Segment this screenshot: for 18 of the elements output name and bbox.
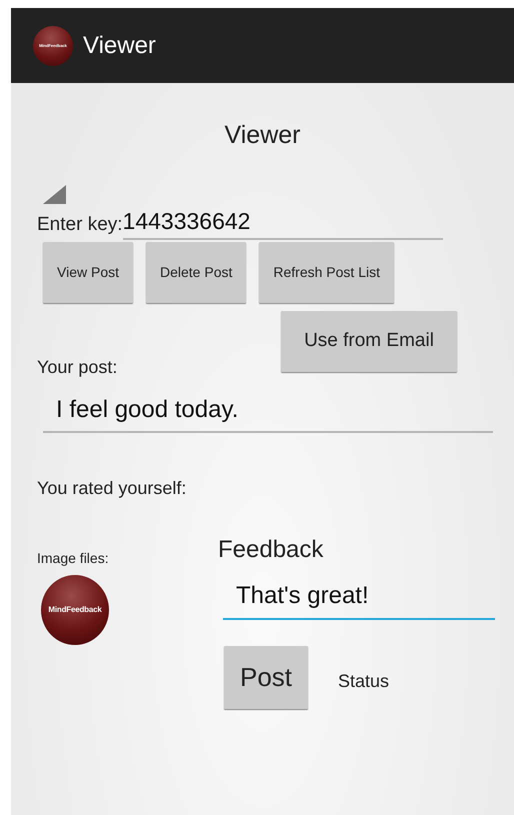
key-label: Enter key: [37, 213, 123, 237]
feedback-field[interactable]: That's great! [223, 574, 495, 620]
email-button[interactable]: Use from Email [281, 310, 457, 372]
action-button[interactable]: View Post [43, 242, 133, 302]
post-button[interactable]: Post [224, 646, 308, 708]
post-label: Your post: [37, 356, 118, 379]
app-title: Viewer [83, 30, 156, 60]
feedback-label: Feedback [218, 534, 324, 564]
key-field[interactable]: 1443336642 [122, 206, 443, 240]
action-button[interactable]: Refresh Post List [259, 242, 394, 302]
spinner-icon[interactable] [43, 184, 66, 204]
rating-label: You rated yourself: [37, 476, 188, 500]
page-heading: Viewer [224, 120, 302, 151]
status-text: Status [338, 670, 390, 692]
image-files-label: Image files: [37, 548, 110, 568]
action-button[interactable]: Delete Post [146, 242, 246, 302]
image-thumbnail[interactable]: MindFeedback [41, 574, 109, 644]
post-field[interactable]: I feel good today. [43, 388, 493, 432]
